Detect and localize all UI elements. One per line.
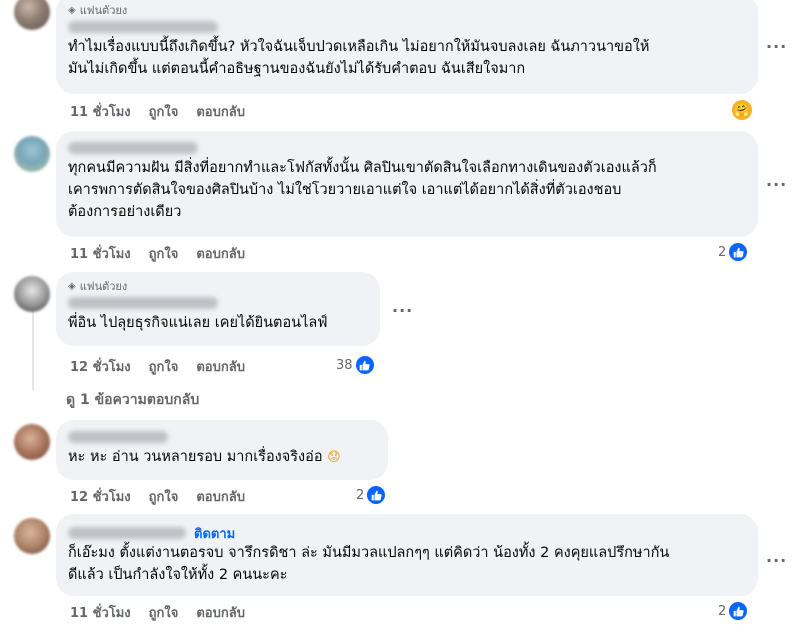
reaction-summary[interactable]: 2 [718, 601, 749, 621]
author-row[interactable] [68, 139, 746, 157]
more-options-button[interactable]: ··· [766, 553, 787, 569]
comment-actions: 12 ชั่วโมง ถูกใจ ตอบกลับ [70, 357, 245, 375]
avatar[interactable] [14, 424, 50, 460]
comment-actions: 12 ชั่วโมง ถูกใจ ตอบกลับ [70, 487, 245, 505]
reply-button[interactable]: ตอบกลับ [196, 356, 245, 377]
author-row[interactable]: ติดตาม [68, 524, 746, 542]
comment-line: ทุกคนมีความฝัน มีสิ่งที่อยากทำและโฟกัสทั… [68, 160, 657, 176]
author-name-blurred[interactable] [68, 142, 198, 154]
comment-bubble: ◈ แฟนตัวยง พี่อิน ไปลุยธุรกิจแน่เลย เคยไ… [56, 272, 380, 346]
comment-text: พี่อิน ไปลุยธุรกิจแน่เลย เคยได้ยินตอนไลฟ… [68, 312, 368, 334]
reaction-count: 2 [356, 487, 365, 503]
more-options-button[interactable]: ··· [766, 177, 787, 193]
like-reaction-icon [728, 601, 749, 621]
comment-line: พี่อิน ไปลุยธุรกิจแน่เลย เคยได้ยินตอนไลฟ… [68, 315, 328, 331]
thread-line [32, 310, 34, 390]
reply-button[interactable]: ตอบกลับ [196, 101, 245, 122]
comment-text: ก็เอ๊ะมง ตั้งแต่งานตอรจบ จารึกรดิชา ล่ะ … [68, 542, 746, 586]
diamond-icon: ◈ [68, 5, 76, 16]
comment-text: ทำไมเรื่องแบบนี้ถึงเกิดขึ้น? หัวใจฉันเจ็… [68, 36, 746, 80]
comment-line: ต้องการอย่างเดียว [68, 204, 182, 220]
top-fan-badge: ◈ แฟนตัวยง [68, 4, 746, 18]
reply-button[interactable]: ตอบกลับ [196, 486, 245, 507]
comment-line: เคารพการตัดสินใจของศิลปินบ้าง ไม่ใช่โวยว… [68, 182, 622, 198]
author-name-blurred[interactable] [68, 527, 186, 539]
reaction-count: 2 [718, 244, 727, 260]
comment-line: หะ หะ อ่าน วนหลายรอบ มากเรื่องจริงอ่อ [68, 449, 323, 465]
reaction-count: 2 [718, 603, 727, 619]
like-reaction-icon [366, 485, 387, 505]
avatar[interactable] [14, 0, 50, 30]
reaction-summary[interactable]: 38 [336, 355, 375, 375]
timestamp[interactable]: 12 ชั่วโมง [70, 486, 131, 507]
avatar[interactable] [14, 276, 50, 312]
like-reaction-icon [728, 242, 749, 262]
badge-label: แฟนตัวยง [79, 280, 128, 293]
timestamp[interactable]: 11 ชั่วโมง [70, 602, 131, 623]
more-options-button[interactable]: ··· [392, 303, 413, 319]
like-button[interactable]: ถูกใจ [149, 486, 179, 507]
comment-actions: 11 ชั่วโมง ถูกใจ ตอบกลับ [70, 102, 245, 120]
badge-label: แฟนตัวยง [79, 4, 128, 17]
comment-line: มันไม่เกิดขึ้น แต่ตอนนี้คำอธิษฐานของฉันย… [68, 61, 526, 77]
timestamp[interactable]: 11 ชั่วโมง [70, 243, 131, 264]
like-button[interactable]: ถูกใจ [149, 356, 179, 377]
comment-bubble: ◈ แฟนตัวยง ทำไมเรื่องแบบนี้ถึงเกิดขึ้น? … [56, 0, 758, 94]
comment-line: ทำไมเรื่องแบบนี้ถึงเกิดขึ้น? หัวใจฉันเจ็… [68, 39, 650, 55]
comment-bubble: ทุกคนมีความฝัน มีสิ่งที่อยากทำและโฟกัสทั… [56, 131, 758, 237]
like-reaction-icon [354, 355, 375, 375]
author-row[interactable] [68, 18, 746, 36]
reply-button[interactable]: ตอบกลับ [196, 602, 245, 623]
avatar[interactable] [14, 136, 50, 172]
view-replies-label: ดู 1 ข้อความตอบกลับ [66, 392, 200, 408]
top-fan-badge: ◈ แฟนตัวยง [68, 280, 368, 294]
like-button[interactable]: ถูกใจ [149, 602, 179, 623]
author-row[interactable] [68, 428, 376, 446]
follow-button[interactable]: ติดตาม [194, 523, 235, 544]
author-row[interactable] [68, 294, 368, 312]
reaction-summary[interactable]: 2 [718, 242, 749, 262]
diamond-icon: ◈ [68, 281, 76, 292]
author-name-blurred[interactable] [68, 297, 218, 309]
comment-line: ดีแล้ว เป็นกำลังใจให้ทั้ง 2 คนนะคะ [68, 567, 288, 583]
sad-face-emoji-icon: 😟 [327, 450, 341, 465]
comment-line: ก็เอ๊ะมง ตั้งแต่งานตอรจบ จารึกรดิชา ล่ะ … [68, 545, 670, 561]
reaction-summary[interactable]: 2 [356, 485, 387, 505]
timestamp[interactable]: 11 ชั่วโมง [70, 101, 131, 122]
comment-text: หะ หะ อ่าน วนหลายรอบ มากเรื่องจริงอ่อ 😟 [68, 446, 376, 469]
comment-actions: 11 ชั่วโมง ถูกใจ ตอบกลับ [70, 244, 245, 262]
author-name-blurred[interactable] [68, 431, 168, 443]
like-button[interactable]: ถูกใจ [149, 243, 179, 264]
comment-text: ทุกคนมีความฝัน มีสิ่งที่อยากทำและโฟกัสทั… [68, 157, 746, 223]
author-name-blurred[interactable] [68, 21, 218, 33]
like-button[interactable]: ถูกใจ [149, 101, 179, 122]
view-replies-link[interactable]: ดู 1 ข้อความตอบกลับ [66, 389, 199, 411]
reaction-count: 38 [336, 357, 353, 373]
comment-actions: 11 ชั่วโมง ถูกใจ ตอบกลับ [70, 603, 245, 621]
reply-button[interactable]: ตอบกลับ [196, 243, 245, 264]
more-options-button[interactable]: ··· [766, 39, 787, 55]
hug-emoji-icon[interactable]: 🤗 [732, 100, 752, 120]
avatar[interactable] [14, 518, 50, 554]
comment-bubble: ติดตาม ก็เอ๊ะมง ตั้งแต่งานตอรจบ จารึกรดิ… [56, 514, 758, 596]
timestamp[interactable]: 12 ชั่วโมง [70, 356, 131, 377]
comment-bubble: หะ หะ อ่าน วนหลายรอบ มากเรื่องจริงอ่อ 😟 [56, 420, 388, 480]
